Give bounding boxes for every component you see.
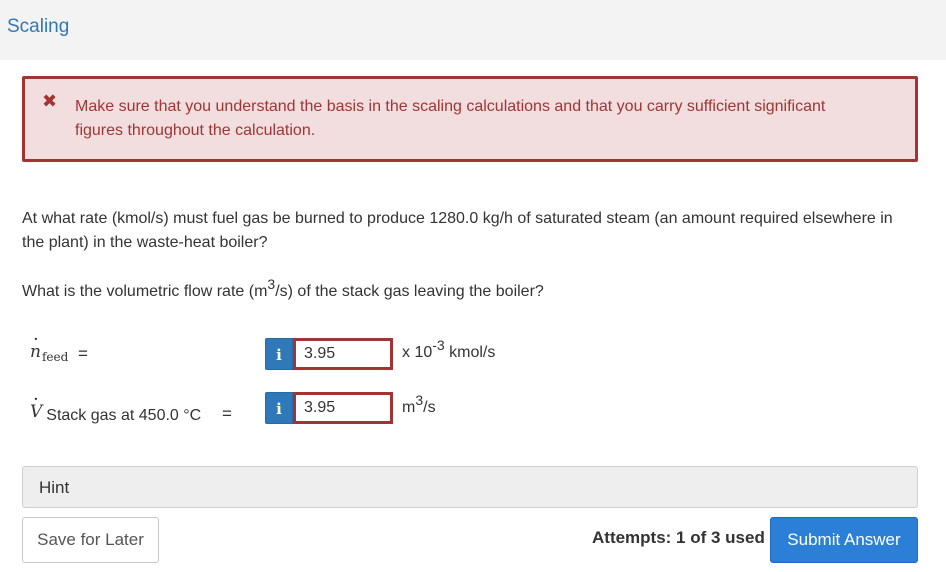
- attempts-counter: Attempts: 1 of 3 used: [592, 528, 765, 547]
- info-icon[interactable]: i: [265, 338, 293, 370]
- answer-1-unit: x 10-3 kmol/s: [402, 338, 496, 362]
- answer-1-symbol: n: [30, 342, 41, 362]
- hint-label: Hint: [39, 478, 70, 497]
- answer-1-unit-post: kmol/s: [444, 344, 496, 361]
- answer-1-subscript: feed: [41, 350, 69, 364]
- answer-2-symbol: V: [30, 402, 42, 422]
- error-message: Make sure that you understand the basis …: [75, 98, 826, 139]
- answer-1-unit-sup: -3: [432, 337, 445, 353]
- answer-1-equals: =: [78, 344, 88, 363]
- answer-2-unit-pre: m: [402, 399, 416, 416]
- page-title[interactable]: Scaling: [7, 16, 69, 38]
- question-text-1: At what rate (kmol/s) must fuel gas be b…: [22, 210, 893, 251]
- info-icon[interactable]: i: [265, 392, 293, 424]
- close-x-icon: ✖: [42, 91, 58, 111]
- answer-2-equals: =: [222, 404, 232, 423]
- answer-2-label: VStack gas at 450.0 °C: [30, 402, 202, 424]
- error-alert: ✖ Make sure that you understand the basi…: [22, 76, 918, 162]
- header-bar: Scaling: [0, 0, 946, 60]
- save-for-later-button[interactable]: Save for Later: [22, 517, 159, 563]
- answer-1-label: nfeed: [30, 342, 69, 364]
- answer-1-unit-pre: x 10: [402, 344, 433, 361]
- hint-toggle[interactable]: Hint: [22, 466, 918, 508]
- answer-2-unit: m3/s: [402, 393, 436, 417]
- answer-2-label-text: Stack gas at 450.0 °C: [46, 407, 202, 424]
- answer-1-input[interactable]: [293, 338, 393, 370]
- answer-2-unit-sup: 3: [415, 392, 424, 408]
- question-text-2-pre: What is the volumetric flow rate (m: [22, 283, 268, 300]
- answer-2-unit-post: /s: [423, 399, 436, 416]
- submit-answer-button[interactable]: Submit Answer: [770, 517, 918, 563]
- question-text-2: What is the volumetric flow rate (m3/s) …: [22, 277, 902, 304]
- question-text-2-post: /s) of the stack gas leaving the boiler?: [275, 283, 544, 300]
- answer-2-input[interactable]: [293, 392, 393, 424]
